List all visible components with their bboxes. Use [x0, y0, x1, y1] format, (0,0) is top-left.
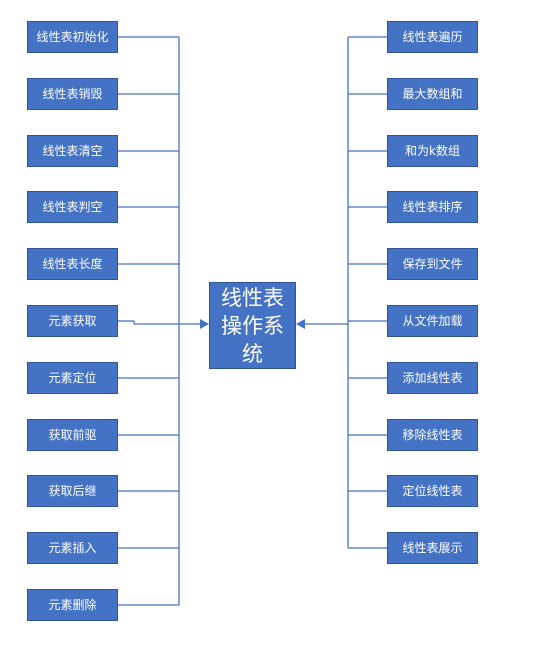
- left-node-9-label: 获取后继: [48, 484, 97, 498]
- right-node-4-label: 线性表排序: [402, 200, 463, 214]
- left-node-3-label: 线性表清空: [42, 144, 103, 158]
- right-node-1-label: 线性表遍历: [402, 30, 463, 44]
- left-node-11-label: 元素删除: [48, 598, 97, 612]
- right-node-9: 定位线性表: [387, 475, 478, 507]
- left-node-3: 线性表清空: [27, 135, 118, 167]
- right-node-3-label: 和为k数组: [405, 144, 460, 158]
- left-node-5-label: 线性表长度: [42, 257, 103, 271]
- right-node-6-label: 从文件加载: [402, 314, 463, 328]
- right-node-7: 添加线性表: [387, 362, 478, 394]
- left-node-10-label: 元素插入: [48, 541, 97, 555]
- right-node-10: 线性表展示: [387, 532, 478, 564]
- left-node-9: 获取后继: [27, 475, 118, 507]
- left-node-4-label: 线性表判空: [42, 200, 103, 214]
- right-node-3: 和为k数组: [387, 135, 478, 167]
- center-label: 线性表操作系统: [221, 285, 284, 366]
- left-node-1-label: 线性表初始化: [36, 30, 109, 44]
- right-node-7-label: 添加线性表: [402, 371, 463, 385]
- left-node-10: 元素插入: [27, 532, 118, 564]
- left-node-6: 元素获取: [27, 305, 118, 337]
- left-node-2-label: 线性表销毁: [42, 87, 103, 101]
- right-node-2: 最大数组和: [387, 78, 478, 110]
- left-node-1: 线性表初始化: [27, 21, 118, 53]
- diagram-canvas: 线性表初始化 线性表销毁线性表清空线性表判空线性表长度元素获取元素定位获取前驱获取…: [0, 0, 545, 654]
- left-node-8-label: 获取前驱: [48, 428, 97, 442]
- right-node-6: 从文件加载: [387, 305, 478, 337]
- right-arrowhead-icon: [296, 319, 305, 329]
- left-node-4: 线性表判空: [27, 191, 118, 223]
- left-node-2: 线性表销毁: [27, 78, 118, 110]
- left-node-6-label: 元素获取: [48, 314, 97, 328]
- left-node-5: 线性表长度: [27, 248, 118, 280]
- right-node-8: 移除线性表: [387, 419, 478, 451]
- left-arrowhead-icon: [200, 319, 209, 329]
- right-node-4: 线性表排序: [387, 191, 478, 223]
- right-node-8-label: 移除线性表: [402, 428, 463, 442]
- left-node-7: 元素定位: [27, 362, 118, 394]
- right-node-5-label: 保存到文件: [402, 257, 463, 271]
- right-node-2-label: 最大数组和: [402, 87, 463, 101]
- left-node-11: 元素删除: [27, 589, 118, 621]
- left-node-8: 获取前驱: [27, 419, 118, 451]
- center-node: 线性表操作系统: [209, 282, 296, 369]
- right-node-5: 保存到文件: [387, 248, 478, 280]
- right-node-1: 线性表遍历: [387, 21, 478, 53]
- right-node-9-label: 定位线性表: [402, 484, 463, 498]
- right-node-10-label: 线性表展示: [402, 541, 463, 555]
- left-node-7-label: 元素定位: [48, 371, 97, 385]
